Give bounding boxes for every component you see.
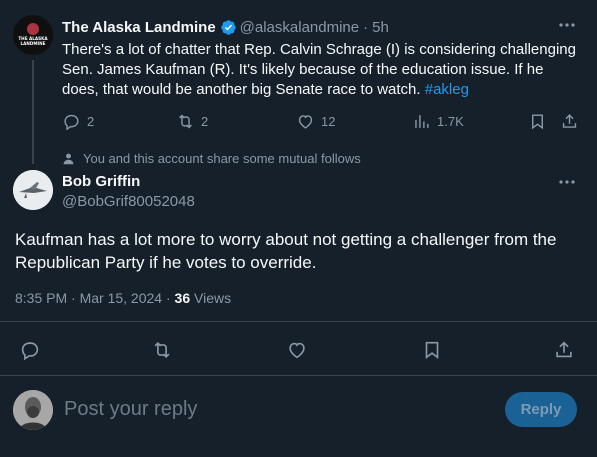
bookmark-icon[interactable] [421, 339, 443, 361]
mutual-follows-text: You and this account share some mutual f… [83, 151, 361, 166]
reply-icon [64, 114, 79, 131]
bookmark-icon [532, 114, 543, 130]
divider [0, 375, 597, 376]
person-icon [63, 153, 74, 165]
like-icon[interactable] [286, 339, 308, 361]
author-name[interactable]: The Alaska Landmine [62, 19, 216, 36]
hashtag-link[interactable]: #akleg [425, 81, 469, 98]
reply-views-count: 36 [174, 290, 191, 306]
reply-input[interactable] [64, 395, 444, 423]
share-icon[interactable] [553, 339, 575, 361]
reply-tweet-meta: 8:35 PM · Mar 15, 2024 · 36 Views [15, 290, 231, 306]
current-user-avatar[interactable] [13, 390, 53, 430]
verified-badge-icon [220, 19, 237, 36]
more-icon[interactable] [556, 16, 578, 34]
views-action[interactable]: 1.7K [412, 112, 464, 131]
thread-connector-line [32, 60, 34, 164]
time-separator: · [363, 19, 369, 36]
reply-button[interactable]: Reply [505, 392, 577, 427]
reply-action[interactable]: 2 [62, 112, 94, 131]
bookmark-action[interactable] [528, 112, 547, 131]
author-handle[interactable]: @alaskalandmine [240, 19, 359, 36]
reply-icon[interactable] [19, 339, 41, 361]
like-icon [298, 115, 313, 129]
reply-tweet-text: Kaufman has a lot more to worry about no… [15, 230, 557, 272]
reply-author-name[interactable]: Bob Griffin [62, 173, 140, 190]
repost-count: 2 [201, 114, 209, 129]
tweet-time[interactable]: 5h [372, 19, 389, 36]
bob-griffin-avatar[interactable] [13, 170, 53, 210]
divider [0, 321, 597, 322]
parent-tweet-header: The Alaska Landmine @alaskalandmine · 5h [62, 19, 389, 36]
views-icon [415, 115, 429, 128]
reply-author-handle[interactable]: @BobGrif80052048 [62, 193, 195, 210]
share-icon [562, 114, 577, 128]
alaska-landmine-avatar[interactable]: THE ALASKA LANDMINE [13, 15, 53, 55]
reply-tweet-actions [0, 335, 597, 365]
reply-count: 2 [87, 114, 95, 129]
tweet-body: There's a lot of chatter that Rep. Calvi… [62, 41, 576, 98]
parent-tweet-actions: 2 2 12 1.7K [60, 112, 580, 136]
like-action[interactable]: 12 [296, 112, 335, 131]
parent-tweet-text: There's a lot of chatter that Rep. Calvi… [62, 40, 582, 100]
share-action[interactable] [560, 112, 579, 131]
reply-timestamp[interactable]: 8:35 PM · Mar 15, 2024 · [15, 290, 175, 306]
repost-action[interactable]: 2 [176, 112, 208, 131]
views-count: 1.7K [437, 114, 464, 129]
repost-icon [179, 114, 192, 129]
svg-text:LANDMINE: LANDMINE [21, 41, 46, 46]
mutual-follows-notice: You and this account share some mutual f… [62, 151, 361, 166]
reply-views-label: Views [190, 290, 232, 306]
like-count: 12 [321, 114, 336, 129]
more-icon[interactable] [556, 173, 578, 191]
repost-icon[interactable] [151, 339, 173, 361]
